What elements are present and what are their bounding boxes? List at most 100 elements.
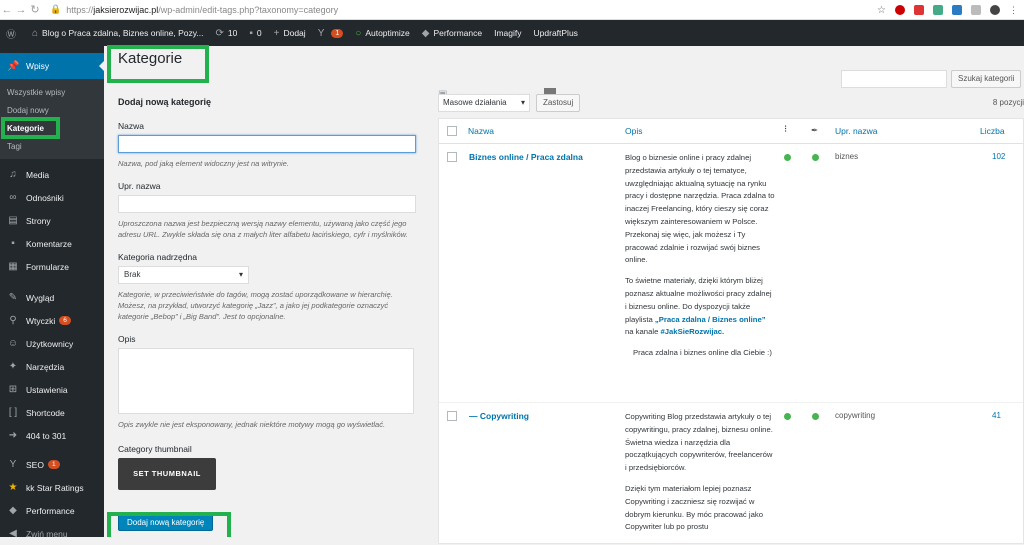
extensions-bar: ☆ ⋮	[868, 4, 1018, 16]
apply-button[interactable]: Zastosuj	[536, 94, 581, 112]
yoast-link[interactable]: Y1	[318, 28, 344, 39]
table-row: Biznes online / Praca zdalna Blog o bizn…	[439, 144, 1023, 403]
updraft-link[interactable]: UpdraftPlus	[534, 28, 578, 38]
pin-icon: 📌	[7, 60, 20, 72]
sidebar-item-star-ratings[interactable]: ★ kk Star Ratings	[0, 476, 104, 499]
highlight-add-button	[107, 512, 231, 537]
sidebar-item-media[interactable]: ♫ Media	[0, 163, 104, 186]
brush-icon: ✎	[8, 292, 18, 303]
sidebar-item-shortcode[interactable]: [ ] Shortcode	[0, 401, 104, 424]
description-label: Opis	[118, 334, 136, 344]
updraft-label: UpdraftPlus	[533, 28, 578, 38]
reload-icon[interactable]: ↻	[28, 3, 42, 16]
feather-icon: ✒	[811, 125, 819, 135]
autoptimize-link[interactable]: ○ Autoptimize	[355, 28, 409, 39]
category-count-link[interactable]: 41	[992, 411, 1001, 420]
comment-icon: ▪	[249, 27, 253, 39]
url-path: /wp-admin/edit-tags.php?taxonomy=categor…	[158, 4, 339, 15]
readability-status-dot	[812, 154, 819, 161]
star-icon: ★	[8, 482, 18, 493]
select-all-checkbox[interactable]	[447, 126, 457, 136]
column-name[interactable]: Nazwa	[468, 126, 494, 136]
sidebar-item-tools[interactable]: ✦ Narzędzia	[0, 355, 104, 378]
sidebar-item-pages[interactable]: ▤ Strony	[0, 209, 104, 232]
extension-red-icon[interactable]	[914, 4, 924, 15]
description-paragraph: Blog o biznesie online i pracy zdalnej p…	[625, 153, 775, 265]
comments-link[interactable]: ▪ 0	[249, 28, 261, 39]
column-description[interactable]: Opis	[625, 126, 642, 136]
lock-icon: 🔒	[50, 4, 62, 14]
category-slug: copywriting	[835, 411, 876, 420]
sidebar-item-settings[interactable]: ⊞ Ustawienia	[0, 378, 104, 401]
traffic-light-icon: ⁝	[784, 124, 788, 135]
channel-link[interactable]: #JakSieRozwijac.	[660, 327, 724, 336]
slug-input[interactable]	[118, 195, 416, 213]
updates-link[interactable]: ⟳ 10	[215, 28, 237, 39]
browser-toolbar: ← → ↻ 🔒 https://jaksierozwijac.pl/wp-adm…	[0, 0, 1024, 20]
new-content-link[interactable]: + Dodaj	[274, 28, 306, 39]
sidebar-item-label: Użytkownicy	[26, 338, 74, 349]
collapse-menu-button[interactable]: ◀ Zwiń menu	[0, 522, 104, 545]
address-bar[interactable]: https://jaksierozwijac.pl/wp-admin/edit-…	[66, 5, 338, 15]
category-count-link[interactable]: 102	[992, 152, 1005, 161]
sidebar-item-comments[interactable]: ▪ Komentarze	[0, 232, 104, 255]
bulk-actions: Masowe działania Zastosuj	[438, 94, 581, 112]
sidebar-item-forms[interactable]: ▦ Formularze	[0, 255, 104, 278]
seo-status-dot	[784, 154, 791, 161]
category-name-link[interactable]: Biznes online / Praca zdalna	[469, 152, 583, 162]
search-input[interactable]	[841, 70, 947, 88]
row-checkbox[interactable]	[447, 411, 457, 421]
set-thumbnail-button[interactable]: SET THUMBNAIL	[118, 458, 216, 490]
sidebar-item-users[interactable]: ☺ Użytkownicy	[0, 332, 104, 355]
sidebar-item-appearance[interactable]: ✎ Wygląd	[0, 286, 104, 309]
admin-bar: Ⓦ ⌂ Blog o Praca zdalna, Biznes online, P…	[0, 20, 1024, 100]
back-arrow-icon[interactable]: ←	[0, 4, 14, 16]
sidebar-item-label: Narzędzia	[26, 361, 65, 372]
extension-blue-icon[interactable]	[952, 4, 962, 15]
column-slug[interactable]: Upr. nazwa	[835, 126, 878, 136]
bulk-actions-select[interactable]: Masowe działania	[438, 94, 530, 112]
plus-icon: +	[273, 27, 280, 39]
shortcode-icon: [ ]	[8, 407, 18, 418]
slug-label: Upr. nazwa	[118, 181, 161, 191]
performance-link[interactable]: ◆ Performance	[422, 28, 482, 39]
forward-arrow-icon[interactable]: →	[14, 4, 28, 16]
playlist-link[interactable]: „Praca zdalna / Biznes online”	[655, 315, 766, 324]
wp-logo-icon[interactable]: Ⓦ	[6, 26, 20, 41]
submenu-all-posts[interactable]: Wszystkie wpisy	[0, 84, 104, 102]
thumbnail-label: Category thumbnail	[118, 444, 192, 454]
parent-description: Kategorie, w przeciwieństwie do tagów, m…	[118, 290, 393, 321]
description-textarea[interactable]	[118, 348, 414, 414]
menu-icon[interactable]: ⋮	[1009, 5, 1018, 15]
imagify-link[interactable]: Imagify	[494, 28, 521, 38]
search-button[interactable]: Szukaj kategorii	[951, 70, 1022, 88]
sidebar-item-label: Media	[26, 169, 50, 180]
extension-green-icon[interactable]	[933, 4, 943, 15]
wrench-icon: ✦	[8, 361, 18, 372]
parent-select[interactable]: Brak	[118, 266, 249, 284]
sidebar-item-404[interactable]: ➜ 404 to 301	[0, 424, 104, 447]
extension-grey-icon[interactable]	[971, 4, 981, 15]
sidebar-item-links[interactable]: ∞ Odnośniki	[0, 186, 104, 209]
comments-count: 0	[256, 28, 262, 38]
bookmark-star-icon[interactable]: ☆	[877, 5, 886, 16]
updates-count: 10	[227, 28, 238, 38]
imagify-label: Imagify	[494, 28, 522, 38]
sidebar-item-plugins[interactable]: ⚲ Wtyczki 6	[0, 309, 104, 332]
profile-icon[interactable]	[990, 4, 1000, 15]
add-category-form: Dodaj nową kategorię Nazwa Nazwa, pod ja…	[118, 90, 418, 531]
column-count[interactable]: Liczba	[980, 126, 1005, 136]
sidebar-item-posts[interactable]: 📌 Wpisy	[0, 53, 104, 79]
description-paragraph: Praca zdalna i biznes online dla Ciebie …	[633, 348, 772, 358]
sidebar-item-performance[interactable]: ◆ Performance	[0, 499, 104, 522]
sidebar-item-seo[interactable]: Y SEO 1	[0, 453, 104, 476]
name-input[interactable]	[118, 135, 416, 153]
submenu-tags[interactable]: Tagi	[0, 138, 104, 156]
site-name-link[interactable]: ⌂ Blog o Praca zdalna, Biznes online, Poz…	[32, 28, 203, 39]
seo-status-dot	[784, 413, 791, 420]
opera-icon[interactable]	[895, 4, 905, 15]
category-name-link[interactable]: — Copywriting	[469, 411, 529, 421]
category-slug: biznes	[835, 152, 859, 161]
sidebar-item-label: Wtyczki	[26, 315, 56, 326]
row-checkbox[interactable]	[447, 152, 457, 162]
